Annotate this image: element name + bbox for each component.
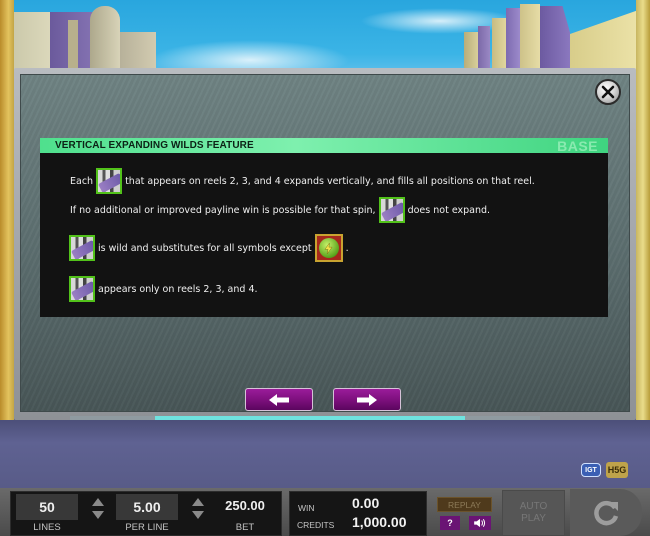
- autoplay-button[interactable]: AUTO PLAY: [502, 490, 565, 536]
- help-button[interactable]: ?: [440, 516, 460, 530]
- arrow-up-icon[interactable]: [92, 498, 104, 506]
- building-left-3: [68, 20, 78, 70]
- igt-logo: IGT: [581, 463, 601, 477]
- lines-label: LINES: [33, 522, 61, 533]
- bet-label: BET: [235, 522, 255, 533]
- wild-symbol-icon: [96, 168, 123, 194]
- lines-stepper[interactable]: [90, 498, 106, 526]
- speaker-icon: [474, 518, 486, 528]
- scatter-lightning-icon: [314, 234, 343, 262]
- close-button[interactable]: [595, 79, 621, 105]
- spin-button[interactable]: [570, 489, 642, 536]
- wild-symbol-icon: [69, 235, 95, 261]
- replay-button[interactable]: REPLAY: [437, 497, 492, 512]
- description-line-3: is wild and substitutes for all symbols …: [66, 234, 349, 262]
- arrow-up-icon[interactable]: [192, 498, 204, 506]
- building-left-4: [90, 6, 120, 72]
- credits-value: 1,000.00: [352, 514, 407, 530]
- arrow-down-icon[interactable]: [92, 511, 104, 519]
- building-right-1: [464, 32, 478, 72]
- close-x-icon: [601, 85, 615, 99]
- credits-label: CREDITS: [297, 520, 335, 530]
- building-right-4: [506, 8, 520, 72]
- description-line-2: If no additional or improved payline win…: [70, 197, 490, 223]
- line-text: appears only on reels 2, 3, and 4.: [98, 283, 258, 295]
- feature-header: VERTICAL EXPANDING WILDS FEATURE BASE: [40, 137, 608, 154]
- sound-button[interactable]: [469, 516, 491, 530]
- per-line-label: PER LINE: [125, 522, 169, 533]
- previous-page-button[interactable]: [245, 388, 313, 411]
- win-value: 0.00: [352, 495, 380, 511]
- building-left-5: [120, 32, 156, 72]
- page-progress-fill: [155, 416, 465, 420]
- description-line-1: Each that appears on reels 2, 3, and 4 e…: [70, 168, 535, 194]
- line-text: is wild and substitutes for all symbols …: [98, 242, 312, 254]
- next-page-button[interactable]: [333, 388, 401, 411]
- win-label: WIN: [298, 503, 315, 513]
- wild-symbol-icon: [378, 197, 405, 223]
- line-text: Each: [70, 175, 94, 187]
- description-line-4: appears only on reels 2, 3, and 4.: [66, 276, 258, 302]
- spin-refresh-icon: [594, 500, 619, 525]
- building-right-2: [478, 26, 490, 72]
- line-text: does not expand.: [407, 204, 491, 216]
- building-right-3: [492, 18, 506, 72]
- right-frame-pillar: [636, 0, 650, 470]
- h5g-logo: H5G: [606, 462, 628, 478]
- feature-title: VERTICAL EXPANDING WILDS FEATURE: [55, 140, 254, 151]
- line-text: If no additional or improved payline win…: [70, 204, 376, 216]
- arrow-down-icon[interactable]: [192, 511, 204, 519]
- per-line-stepper[interactable]: [190, 498, 206, 526]
- line-text: that appears on reels 2, 3, and 4 expand…: [125, 175, 535, 187]
- lines-value: 50: [16, 494, 78, 520]
- per-line-value: 5.00: [116, 494, 178, 520]
- arrow-right-icon: [357, 393, 377, 406]
- mode-label: BASE: [557, 137, 598, 154]
- stage-floor: [0, 420, 650, 495]
- arrow-left-icon: [269, 393, 289, 406]
- bet-value: 250.00: [225, 498, 265, 513]
- building-right-5: [520, 4, 540, 72]
- line-text: .: [345, 242, 349, 254]
- wild-symbol-icon: [69, 276, 95, 302]
